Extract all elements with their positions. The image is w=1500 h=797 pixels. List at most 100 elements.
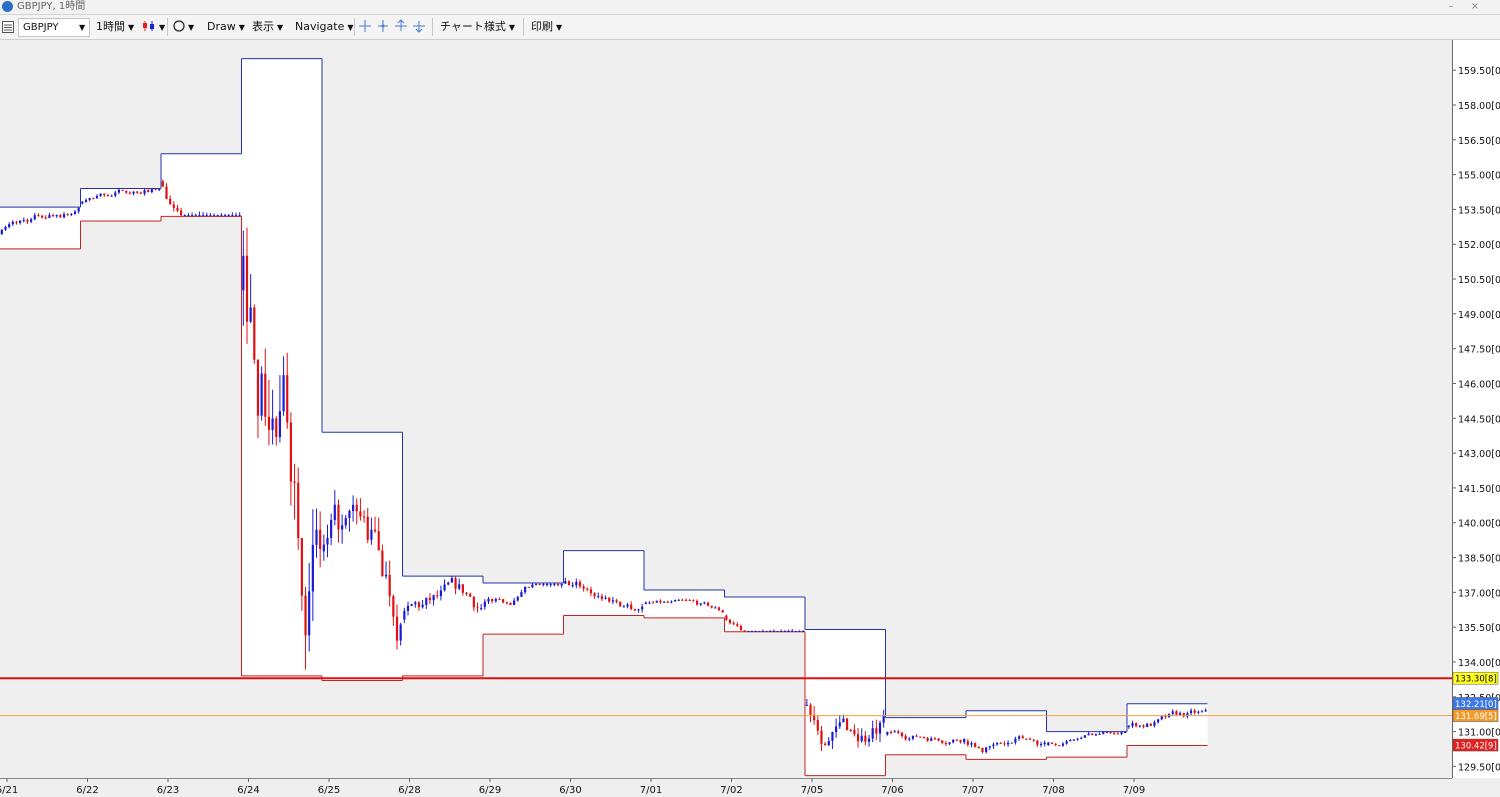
price-tick-label: 146.00[0] [1458,379,1500,390]
candle-body [754,631,757,633]
time-tick-label: 6/21 [0,785,18,796]
candle-body [1102,732,1105,734]
indicator-dropdown[interactable]: ▼ [142,18,165,36]
candle-body [1014,738,1017,743]
candle-body [30,219,33,222]
candle-body [915,735,918,737]
candle-body [750,631,754,633]
candle-body [388,574,391,597]
candle-body [216,215,219,217]
candle-body [633,609,636,611]
price-tag-label: 132.21[0] [1455,700,1497,710]
cursor-tool-3[interactable] [394,18,408,36]
candle-body [875,728,878,734]
candle-body [428,597,432,601]
day-range-fill [805,629,886,776]
candle-body [0,229,3,235]
candle-body [300,538,303,596]
candle-body [516,596,519,601]
candle-body [275,418,278,437]
chart-menu-icon[interactable] [2,18,14,36]
price-tick-label: 140.00[0] [1458,519,1500,530]
candle-body [1065,741,1068,744]
price-tick-label: 150.50[0] [1458,275,1500,286]
candle-body [849,729,852,731]
candle-body [1124,732,1127,734]
candle-body [619,601,622,607]
candle-body [630,604,633,610]
day-range-fill [322,432,403,681]
price-tick-label: 138.50[0] [1458,554,1500,565]
candle-body [538,584,541,586]
crosshair-icon [378,20,388,32]
candle-body [4,227,7,230]
candle-body [106,195,110,197]
candle-body [59,215,62,218]
draw-menu[interactable]: Draw ▼ [207,18,245,36]
candle-body [483,601,486,607]
candle-body [234,215,238,217]
crosshair-icon [359,20,371,32]
candle-body [937,738,940,741]
candle-body [282,375,285,412]
chevron-down-icon: ▼ [556,23,563,32]
symbol-select[interactable]: GBPJPY ▼ [18,18,90,37]
candle-body [447,582,450,585]
candle-body [926,737,929,741]
candle-body [136,191,139,193]
candle-body [297,482,300,539]
time-tick-label: 7/05 [801,785,823,796]
navigate-menu[interactable]: Navigate ▼ [295,18,354,36]
candle-body [26,219,29,222]
candle-body [513,600,516,605]
price-tag-label: 130.42[9] [1455,742,1497,752]
candle-body [326,537,329,545]
candle-body [1083,735,1087,738]
candle-body [1175,711,1178,715]
candle-body [1072,739,1076,741]
price-tag-label: 131.69[5] [1455,712,1497,722]
timeframe-dropdown[interactable]: 1時間 ▼ [96,18,134,36]
price-chart[interactable] [0,40,1452,778]
candle-body [337,504,340,530]
candle-body [798,631,801,633]
print-menu[interactable]: 印刷 ▼ [531,18,562,36]
candle-body [304,595,307,636]
candle-body [308,591,311,636]
cursor-tool-1[interactable] [358,18,372,36]
candle-body [439,590,443,597]
candle-body [245,255,249,322]
candle-body [644,602,647,605]
candle-body [1138,725,1141,727]
candle-body [117,189,121,193]
candle-body [600,596,604,599]
cursor-tool-2[interactable] [376,18,390,36]
candle-body [51,215,55,217]
candle-body [911,735,915,739]
candle-body [948,742,951,745]
candle-body [794,631,797,633]
chevron-down-icon: ▼ [128,23,135,32]
close-button[interactable]: × [1468,0,1482,13]
time-tick-label: 6/28 [398,785,420,796]
view-menu[interactable]: 表示 ▼ [252,18,283,36]
candle-body [469,593,472,597]
minimize-button[interactable]: – [1444,0,1458,13]
candle-body [384,574,388,577]
candle-body [816,720,819,731]
candle-body [293,481,296,483]
candle-body [564,581,567,584]
shape-dropdown[interactable]: ▼ [173,18,194,36]
candle-body [121,189,124,191]
candle-body [582,586,585,589]
candle-body [933,738,936,740]
candle-body [641,606,644,610]
price-tick-label: 131.00[0] [1458,728,1500,739]
candle-body [692,600,695,602]
chart-style-menu[interactable]: チャート様式 ▼ [440,18,515,36]
cursor-tool-4[interactable] [412,18,426,36]
candle-body [286,375,289,423]
price-tick-label: 149.00[0] [1458,310,1500,321]
candle-body [655,600,658,603]
candle-body [981,748,984,752]
